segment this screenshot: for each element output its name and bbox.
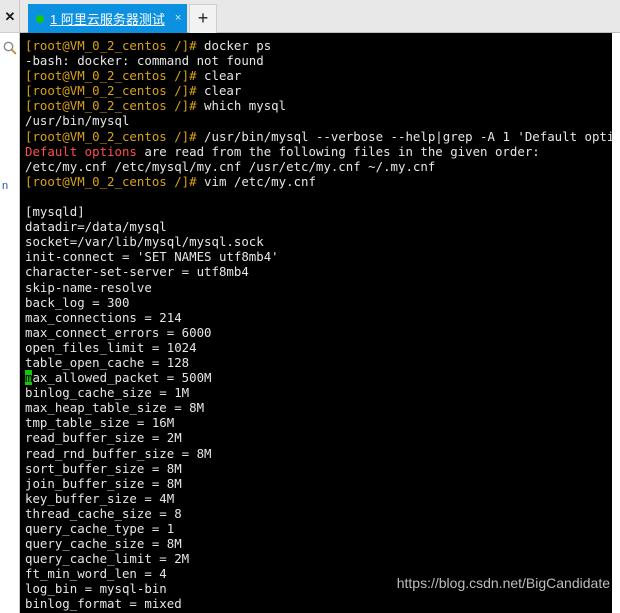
terminal-command: docker ps bbox=[204, 38, 272, 53]
terminal-output-text: character-set-server = utf8mb4 bbox=[25, 264, 249, 280]
terminal-command: clear bbox=[204, 68, 242, 84]
terminal-line: datadir=/data/mysql bbox=[25, 219, 612, 234]
terminal-output-text: /usr/bin/mysql bbox=[25, 113, 130, 129]
tab-status-dot bbox=[36, 14, 44, 23]
terminal-output-text: max_connect_errors = 6000 bbox=[25, 324, 212, 340]
terminal-line: init-connect = 'SET NAMES utf8mb4' bbox=[25, 249, 612, 264]
terminal-output-text: read_rnd_buffer_size = 8M bbox=[25, 445, 212, 461]
terminal-line: log_bin = mysql-bin bbox=[25, 581, 612, 596]
left-rail-header: ✕ bbox=[0, 0, 19, 33]
terminal-output-text: binlog_cache_size = 1M bbox=[25, 385, 190, 401]
right-gutter bbox=[612, 33, 620, 613]
search-icon[interactable] bbox=[2, 40, 18, 56]
terminal-prompt: [root@VM_0_2_centos /]# bbox=[25, 38, 205, 53]
terminal-line: max_connections = 214 bbox=[25, 310, 612, 325]
terminal-output-text: are read from the following files in the… bbox=[136, 143, 540, 159]
terminal-line: read_rnd_buffer_size = 8M bbox=[25, 446, 612, 461]
terminal-output-text: query_cache_type = 1 bbox=[25, 521, 175, 536]
terminal-output-text: join_buffer_size = 8M bbox=[25, 475, 182, 491]
terminal-output-text: socket=/var/lib/mysql/mysql.sock bbox=[25, 234, 264, 250]
terminal-output-text: binlog_format = mixed bbox=[25, 596, 182, 612]
terminal-command: /usr/bin/mysql --verbose --help|grep -A … bbox=[204, 128, 612, 144]
terminal-output-text: init-connect = 'SET NAMES utf8mb4' bbox=[25, 249, 279, 265]
terminal-line: skip-name-resolve bbox=[25, 280, 612, 295]
terminal-line: tmp_table_size = 16M bbox=[25, 415, 612, 430]
terminal-output-text: query_cache_size = 8M bbox=[25, 536, 182, 552]
tab-close-icon[interactable]: × bbox=[175, 13, 181, 24]
terminal-output-text: read_buffer_size = 2M bbox=[25, 430, 182, 446]
terminal-output-text: -bash: docker: command not found bbox=[25, 53, 264, 69]
terminal-line: join_buffer_size = 8M bbox=[25, 476, 612, 491]
terminal-command: vim /etc/my.cnf bbox=[204, 173, 316, 189]
terminal-line: read_buffer_size = 2M bbox=[25, 430, 612, 445]
terminal-output-text: max_connections = 214 bbox=[25, 309, 182, 325]
terminal-line: [root@VM_0_2_centos /]# which mysql bbox=[25, 98, 612, 113]
terminal-prompt: [root@VM_0_2_centos /]# bbox=[25, 68, 205, 84]
terminal-line: max_connect_errors = 6000 bbox=[25, 325, 612, 340]
rail-stray-glyph: n bbox=[2, 180, 9, 192]
terminal-command: clear bbox=[204, 83, 242, 99]
terminal-output-text: key_buffer_size = 4M bbox=[25, 490, 175, 506]
tab-alibaba-cloud-server-test[interactable]: 1 阿里云服务器测试 × bbox=[28, 4, 188, 33]
terminal-line: [root@VM_0_2_centos /]# docker ps bbox=[25, 38, 612, 53]
terminal-line: [root@VM_0_2_centos /]# clear bbox=[25, 83, 612, 98]
terminal-line: query_cache_limit = 2M bbox=[25, 551, 612, 566]
terminal-output-text: thread_cache_size = 8 bbox=[25, 505, 182, 521]
terminal-output-pane[interactable]: [root@VM_0_2_centos /]# docker ps -bash: … bbox=[20, 33, 612, 613]
terminal-line: /usr/bin/mysql bbox=[25, 113, 612, 128]
terminal-line: query_cache_type = 1 bbox=[25, 521, 612, 536]
terminal-line: query_cache_size = 8M bbox=[25, 536, 612, 551]
terminal-output-text: [mysqld] bbox=[25, 204, 85, 220]
terminal-output-text: max_heap_table_size = 8M bbox=[25, 400, 205, 416]
terminal-line: ft_min_word_len = 4 bbox=[25, 566, 612, 581]
terminal-line: max_allowed_packet = 500M bbox=[25, 370, 612, 386]
terminal-line: socket=/var/lib/mysql/mysql.sock bbox=[25, 234, 612, 249]
terminal-prompt: [root@VM_0_2_centos /]# bbox=[25, 98, 205, 114]
tab-bar: 1 阿里云服务器测试 × + bbox=[20, 0, 620, 33]
left-rail: ✕ n bbox=[0, 0, 20, 613]
terminal-line: max_heap_table_size = 8M bbox=[25, 400, 612, 415]
terminal-line: -bash: docker: command not found bbox=[25, 53, 612, 68]
terminal-line: [root@VM_0_2_centos /]# vim /etc/my.cnf bbox=[25, 174, 612, 189]
terminal-prompt: [root@VM_0_2_centos /]# bbox=[25, 83, 205, 99]
terminal-line: binlog_format = mixed bbox=[25, 596, 612, 611]
terminal-line: table_open_cache = 128 bbox=[25, 355, 612, 370]
terminal-output-text: log_bin = mysql-bin bbox=[25, 581, 167, 597]
terminal-line: character-set-server = utf8mb4 bbox=[25, 264, 612, 279]
terminal-line: [root@VM_0_2_centos /]# /usr/bin/mysql -… bbox=[25, 129, 612, 144]
terminal-line: open_files_limit = 1024 bbox=[25, 340, 612, 355]
terminal-command: which mysql bbox=[204, 98, 287, 114]
terminal-line: binlog_cache_size = 1M bbox=[25, 385, 612, 400]
terminal-output-text: table_open_cache = 128 bbox=[25, 354, 190, 370]
terminal-match-highlight: Default options bbox=[25, 143, 137, 159]
terminal-line: back_log = 300 bbox=[25, 295, 612, 310]
terminal-output-text: skip-name-resolve bbox=[25, 279, 152, 295]
terminal-prompt: [root@VM_0_2_centos /]# bbox=[25, 128, 205, 144]
new-tab-button[interactable]: + bbox=[189, 4, 217, 33]
terminal-line: key_buffer_size = 4M bbox=[25, 491, 612, 506]
terminal-line: sort_buffer_size = 8M bbox=[25, 461, 612, 476]
terminal-line: thread_cache_size = 8 bbox=[25, 506, 612, 521]
terminal-output-text: /etc/my.cnf /etc/mysql/my.cnf /usr/etc/m… bbox=[25, 158, 436, 174]
tab-label: 1 阿里云服务器测试 bbox=[50, 12, 165, 27]
terminal-output-text: ft_min_word_len = 4 bbox=[25, 566, 167, 582]
terminal-line: [root@VM_0_2_centos /]# clear bbox=[25, 68, 612, 83]
terminal-lines: [root@VM_0_2_centos /]# docker ps -bash: … bbox=[25, 38, 612, 612]
terminal-app-window: ✕ n 1 阿里云服务器测试 × + [root@VM_0_2_centos /… bbox=[0, 0, 620, 613]
terminal-output-text: back_log = 300 bbox=[25, 294, 130, 310]
terminal-output-text: sort_buffer_size = 8M bbox=[25, 460, 182, 476]
terminal-output-text: datadir=/data/mysql bbox=[25, 219, 167, 235]
terminal-output-text: query_cache_limit = 2M bbox=[25, 551, 190, 567]
terminal-output-text: open_files_limit = 1024 bbox=[25, 339, 197, 355]
terminal-line: /etc/my.cnf /etc/mysql/my.cnf /usr/etc/m… bbox=[25, 159, 612, 174]
terminal-line: Default options are read from the follow… bbox=[25, 144, 612, 159]
terminal-output-text: tmp_table_size = 16M bbox=[25, 415, 175, 431]
close-icon[interactable]: ✕ bbox=[3, 10, 17, 24]
terminal-prompt: [root@VM_0_2_centos /]# bbox=[25, 173, 205, 189]
terminal-line: [mysqld] bbox=[25, 204, 612, 219]
terminal-output-text: ax_allowed_packet = 500M bbox=[32, 370, 212, 386]
